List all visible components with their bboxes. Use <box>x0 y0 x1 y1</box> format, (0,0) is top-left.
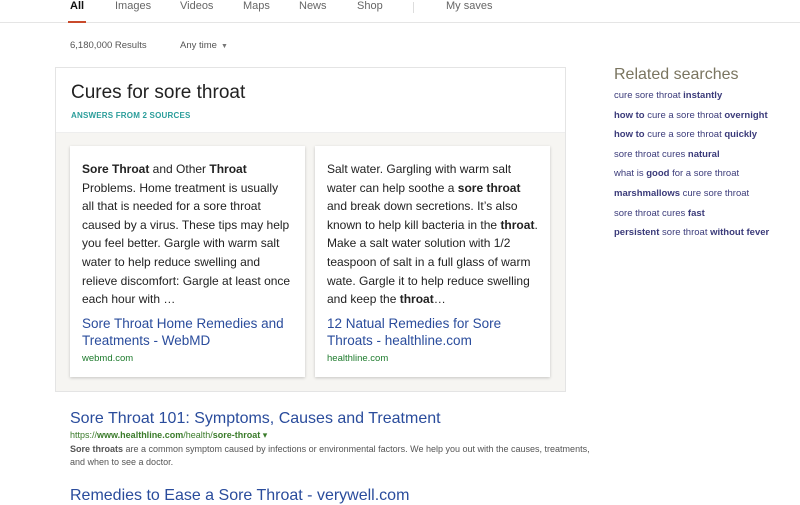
related-searches: Related searches cure sore throat instan… <box>614 66 769 247</box>
answer-card-title: Cures for sore throat <box>71 82 246 103</box>
answer-source-card: Sore Throat and Other Throat Problems. H… <box>70 146 305 377</box>
highlighted-text: persistent <box>614 227 660 239</box>
text-segment: sore throat <box>659 227 711 239</box>
related-search-link[interactable]: how to cure a sore throat overnight <box>614 110 769 130</box>
text-segment: cure sore throat <box>680 187 750 199</box>
source-snippet: Sore Throat and Other Throat Problems. H… <box>82 160 293 309</box>
tab-divider <box>413 2 414 13</box>
source-link[interactable]: Sore Throat Home Remedies and Treatments… <box>82 315 302 349</box>
tab-my-saves[interactable]: My saves <box>446 0 492 12</box>
answer-card-subtitle: ANSWERS FROM 2 SOURCES <box>71 111 191 120</box>
related-search-link[interactable]: cure sore throat instantly <box>614 90 769 110</box>
text-segment: and Other <box>149 162 210 176</box>
highlighted-text: fast <box>687 207 705 219</box>
result-snippet: Sore throats are a common symptom caused… <box>70 443 590 468</box>
text-segment: cure a sore throat <box>644 129 725 141</box>
time-filter-dropdown[interactable]: Any time ▼ <box>180 40 228 51</box>
text-segment: are a common symptom caused by infection… <box>70 444 590 467</box>
highlighted-text: how to <box>614 129 645 141</box>
highlighted-text: how to <box>614 109 645 121</box>
tab-maps[interactable]: Maps <box>243 0 270 12</box>
highlighted-text: overnight <box>724 109 768 121</box>
tab-shop[interactable]: Shop <box>357 0 383 12</box>
tab-all[interactable]: All <box>67 0 87 23</box>
highlighted-text: www.healthline.com <box>97 430 184 440</box>
source-domain: healthline.com <box>327 353 389 364</box>
text-segment: what is <box>614 168 647 180</box>
search-result: Sore Throat 101: Symptoms, Causes and Tr… <box>70 410 590 468</box>
result-title-link[interactable]: Sore Throat 101: Symptoms, Causes and Tr… <box>70 410 590 428</box>
related-search-link[interactable]: how to cure a sore throat quickly <box>614 129 769 149</box>
related-search-link[interactable]: sore throat cures fast <box>614 208 769 228</box>
highlighted-text: Throat <box>209 162 247 176</box>
text-segment: sore throat cures <box>614 207 688 219</box>
text-segment: … <box>433 292 446 307</box>
text-segment: /health/ <box>183 430 213 440</box>
related-search-link[interactable]: marshmallows cure sore throat <box>614 188 769 208</box>
tab-news[interactable]: News <box>299 0 327 12</box>
highlighted-text: throat <box>399 292 434 307</box>
text-segment: cure sore throat <box>614 90 684 101</box>
result-title-link[interactable]: Remedies to Ease a Sore Throat - verywel… <box>70 487 590 505</box>
search-tabs: All Images Videos Maps News Shop My save… <box>0 0 800 23</box>
tab-images[interactable]: Images <box>115 0 151 12</box>
highlighted-text: sore-throat <box>212 430 261 440</box>
source-domain: webmd.com <box>82 353 134 364</box>
highlighted-text: sore throat <box>457 180 521 195</box>
answer-source-card: Salt water. Gargling with warm salt wate… <box>315 146 550 377</box>
highlighted-text: Sore Throat <box>82 162 150 176</box>
text-segment: Problems. Home treatment is usually all … <box>82 180 291 307</box>
highlighted-text: instantly <box>683 90 723 101</box>
highlighted-text: natural <box>687 148 720 160</box>
search-result: Remedies to Ease a Sore Throat - verywel… <box>70 487 590 505</box>
highlighted-text: throat <box>500 217 535 232</box>
highlighted-text: quickly <box>724 129 758 141</box>
text-segment: sore throat cures <box>614 148 688 160</box>
text-segment: and break down secretions. It’s also kno… <box>327 199 518 232</box>
text-segment: ▾ <box>260 430 268 440</box>
result-url[interactable]: https://www.healthline.com/health/sore-t… <box>70 430 590 441</box>
text-segment: for a sore throat <box>669 168 740 180</box>
source-link[interactable]: 12 Natual Remedies for Sore Throats - he… <box>327 315 547 349</box>
related-search-link[interactable]: sore throat cures natural <box>614 149 769 169</box>
chevron-down-icon: ▼ <box>220 43 228 50</box>
highlighted-text: marshmallows <box>614 187 680 199</box>
results-count: 6,180,000 Results <box>70 40 147 51</box>
related-searches-heading: Related searches <box>614 66 739 83</box>
related-search-link[interactable]: what is good for a sore throat <box>614 168 769 188</box>
answer-card: Cures for sore throat ANSWERS FROM 2 SOU… <box>55 67 566 392</box>
highlighted-text: Sore throats <box>70 444 124 454</box>
text-segment: cure a sore throat <box>644 109 725 121</box>
tab-videos[interactable]: Videos <box>180 0 213 12</box>
text-segment: https:// <box>70 430 98 440</box>
related-search-link[interactable]: persistent sore throat without fever <box>614 227 769 247</box>
highlighted-text: without fever <box>710 227 770 239</box>
source-snippet: Salt water. Gargling with warm salt wate… <box>327 160 538 309</box>
highlighted-text: good <box>646 168 670 180</box>
time-filter-label: Any time <box>180 40 217 51</box>
